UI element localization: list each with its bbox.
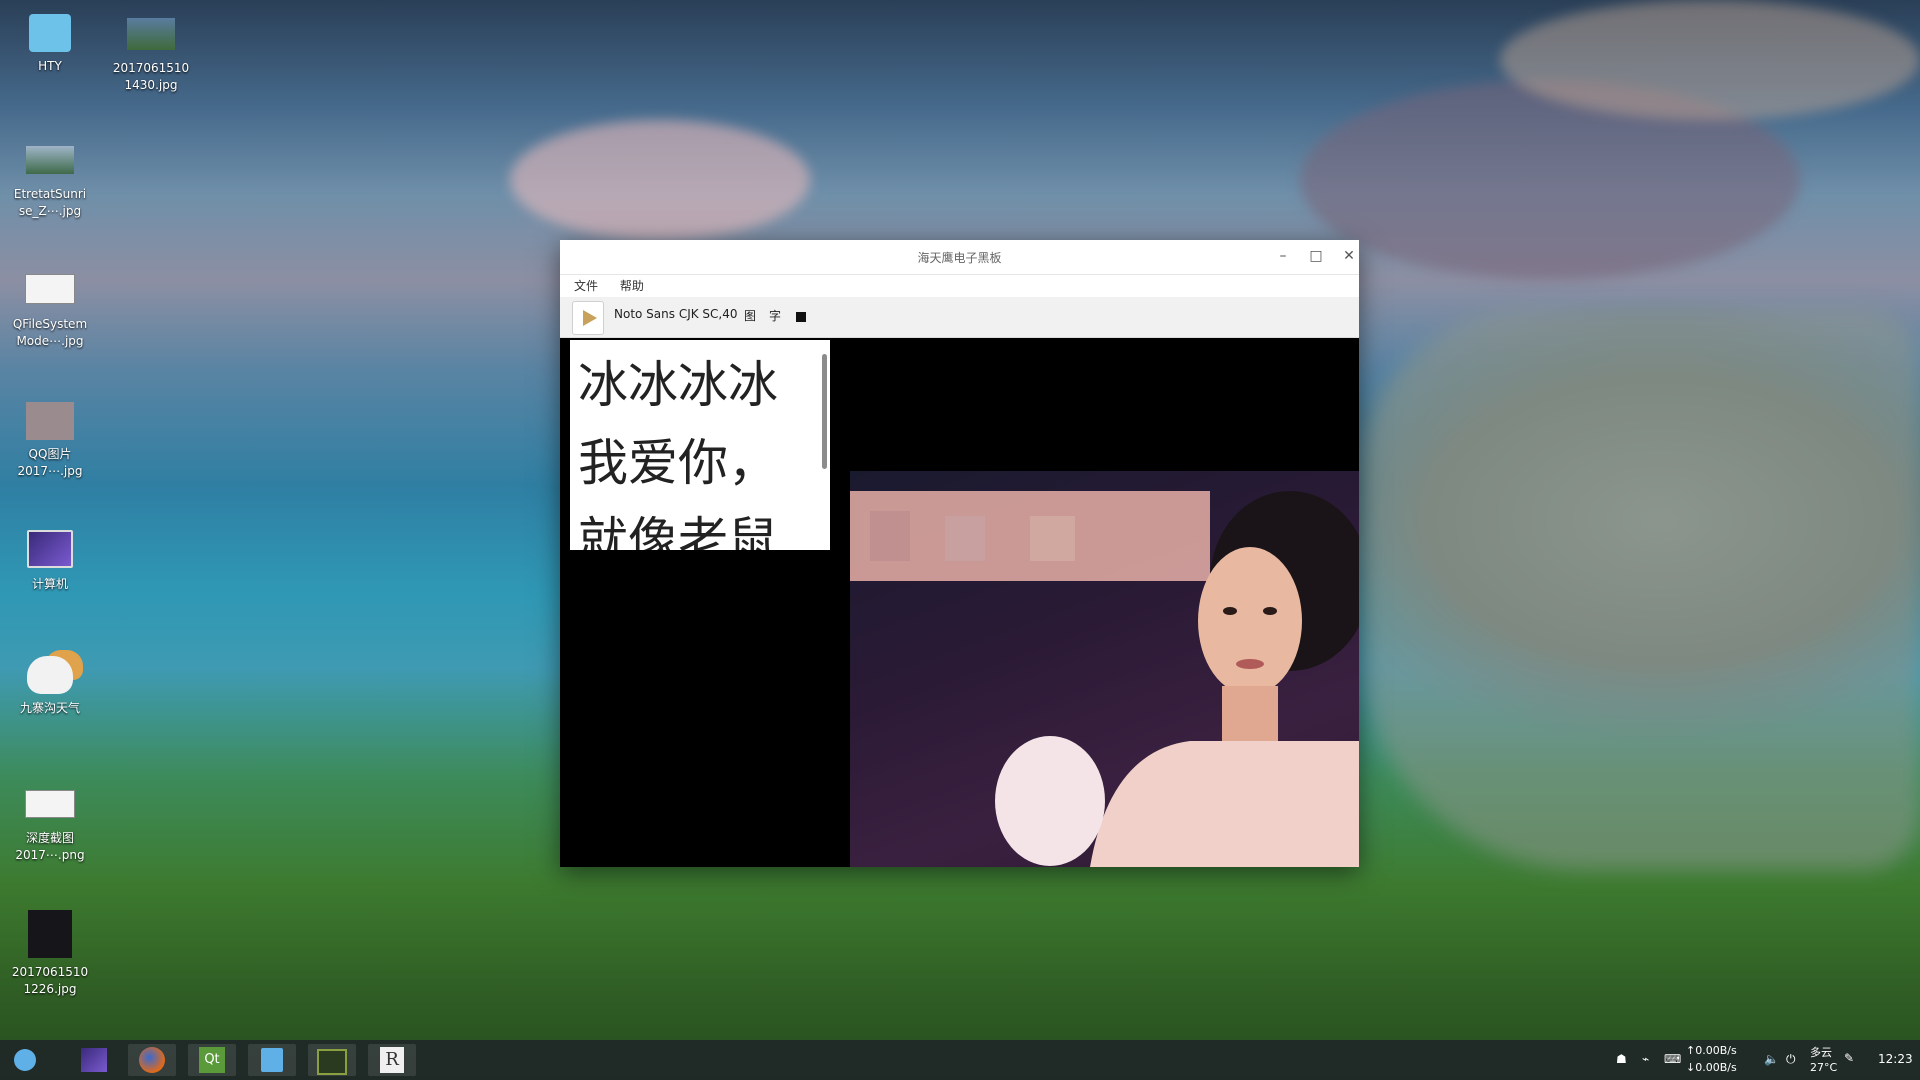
- r-icon[interactable]: R: [368, 1044, 416, 1076]
- computer-icon: [27, 530, 73, 568]
- taskbar: Qt R ☗ ⌁ ⌨ ↑0.00B/s ↓0.00B/s 🔈 ⏻ 多云 27°C…: [0, 1040, 1920, 1080]
- desktop-icon-image[interactable]: QQ图片 2017⋯.jpg: [5, 402, 95, 480]
- desktop-icon-image[interactable]: 2017061510 1430.jpg: [106, 14, 196, 94]
- image-thumbnail-icon: [26, 402, 74, 440]
- portrait-picture: [850, 491, 1359, 867]
- volume-icon[interactable]: 🔈: [1764, 1052, 1779, 1066]
- weather-cloud-icon: [27, 656, 73, 694]
- pen-icon[interactable]: ✎: [1844, 1051, 1854, 1065]
- clock[interactable]: 12:23: [1878, 1052, 1913, 1066]
- menu-help[interactable]: 帮助: [620, 279, 644, 293]
- keyboard-icon[interactable]: ⌨: [1664, 1052, 1681, 1066]
- deepin-icon[interactable]: [70, 1044, 118, 1076]
- system-tray: ☗ ⌁ ⌨ ↑0.00B/s ↓0.00B/s 🔈 ⏻ 多云 27°C ✎ 12…: [1610, 1040, 1920, 1080]
- close-button[interactable]: ✕: [1338, 246, 1360, 266]
- desktop-icon-label: QFileSystem Mode⋯.jpg: [12, 317, 88, 348]
- cliff: [1360, 310, 1920, 870]
- desktop-icon-label: 2017061510 1226.jpg: [11, 965, 89, 996]
- menu-bar: 文件 帮助: [560, 275, 1359, 297]
- desktop-icon-image[interactable]: QFileSystem Mode⋯.jpg: [5, 274, 95, 350]
- photo-image: [850, 471, 1359, 867]
- menu-file[interactable]: 文件: [574, 279, 598, 293]
- monitor-icon[interactable]: [308, 1044, 356, 1076]
- desktop-icon-weather[interactable]: 九寨沟天气: [5, 656, 95, 717]
- net-down-speed: ↓0.00B/s: [1686, 1061, 1737, 1074]
- launcher-icon[interactable]: [10, 1044, 40, 1076]
- desktop-icon-label: HTY: [38, 59, 62, 73]
- toolbar: Noto Sans CJK SC,40 图 字: [560, 297, 1359, 338]
- scrollbar[interactable]: [822, 354, 827, 469]
- text-box[interactable]: 冰冰冰冰 我爱你， 就像老鼠: [570, 340, 830, 550]
- folder-icon: [29, 14, 71, 52]
- desktop-icon-image[interactable]: EtretatSunri se_Z⋯.jpg: [5, 146, 95, 220]
- store-icon[interactable]: [248, 1044, 296, 1076]
- title-bar[interactable]: 海天鹰电子黑板 – □ ✕: [560, 240, 1359, 275]
- image-thumbnail-icon: [28, 910, 72, 958]
- temperature-label: 27°C: [1810, 1061, 1838, 1074]
- play-icon[interactable]: [572, 301, 604, 335]
- desktop-icon-image[interactable]: 2017061510 1226.jpg: [5, 910, 95, 998]
- desktop-icon-label: 2017061510 1430.jpg: [112, 61, 190, 92]
- image-thumbnail-icon: [26, 146, 74, 174]
- image-thumbnail-icon: [127, 18, 175, 50]
- qt-creator-icon[interactable]: Qt: [188, 1044, 236, 1076]
- minimize-button[interactable]: –: [1272, 246, 1294, 266]
- desktop-icon-label: 计算机: [31, 577, 68, 591]
- image-thumbnail-icon: [25, 274, 75, 304]
- text-content: 冰冰冰冰 我爱你， 就像老鼠: [578, 356, 778, 550]
- blackboard-window: 海天鹰电子黑板 – □ ✕ 文件 帮助 Noto Sans CJK SC,40 …: [560, 240, 1359, 867]
- image-thumbnail-icon: [25, 790, 75, 818]
- desktop-icon-label: EtretatSunri se_Z⋯.jpg: [13, 187, 87, 218]
- desktop-icon-hty[interactable]: HTY: [5, 14, 95, 75]
- font-selector[interactable]: Noto Sans CJK SC,40: [614, 307, 738, 321]
- firefox-icon[interactable]: [128, 1044, 176, 1076]
- power-icon[interactable]: ⏻: [1786, 1052, 1796, 1067]
- desktop-icon-label: QQ图片 2017⋯.jpg: [17, 447, 83, 478]
- cloud: [510, 120, 810, 240]
- maximize-button[interactable]: □: [1305, 246, 1327, 266]
- usb-icon[interactable]: ⌁: [1642, 1052, 1649, 1066]
- weather-label[interactable]: 多云: [1810, 1044, 1832, 1060]
- desktop-icon-image[interactable]: 深度截图 2017⋯.png: [5, 790, 95, 864]
- image-button[interactable]: 图: [744, 307, 756, 324]
- window-title: 海天鹰电子黑板: [917, 251, 1002, 265]
- desktop-icon-label: 深度截图 2017⋯.png: [15, 831, 85, 862]
- notification-icon[interactable]: ☗: [1616, 1052, 1627, 1066]
- desktop-icon-label: 九寨沟天气: [19, 701, 80, 715]
- text-button[interactable]: 字: [769, 307, 781, 324]
- color-swatch[interactable]: [796, 312, 806, 322]
- net-up-speed: ↑0.00B/s: [1686, 1044, 1737, 1057]
- desktop-icon-computer[interactable]: 计算机: [5, 530, 95, 593]
- cloud: [1500, 0, 1920, 120]
